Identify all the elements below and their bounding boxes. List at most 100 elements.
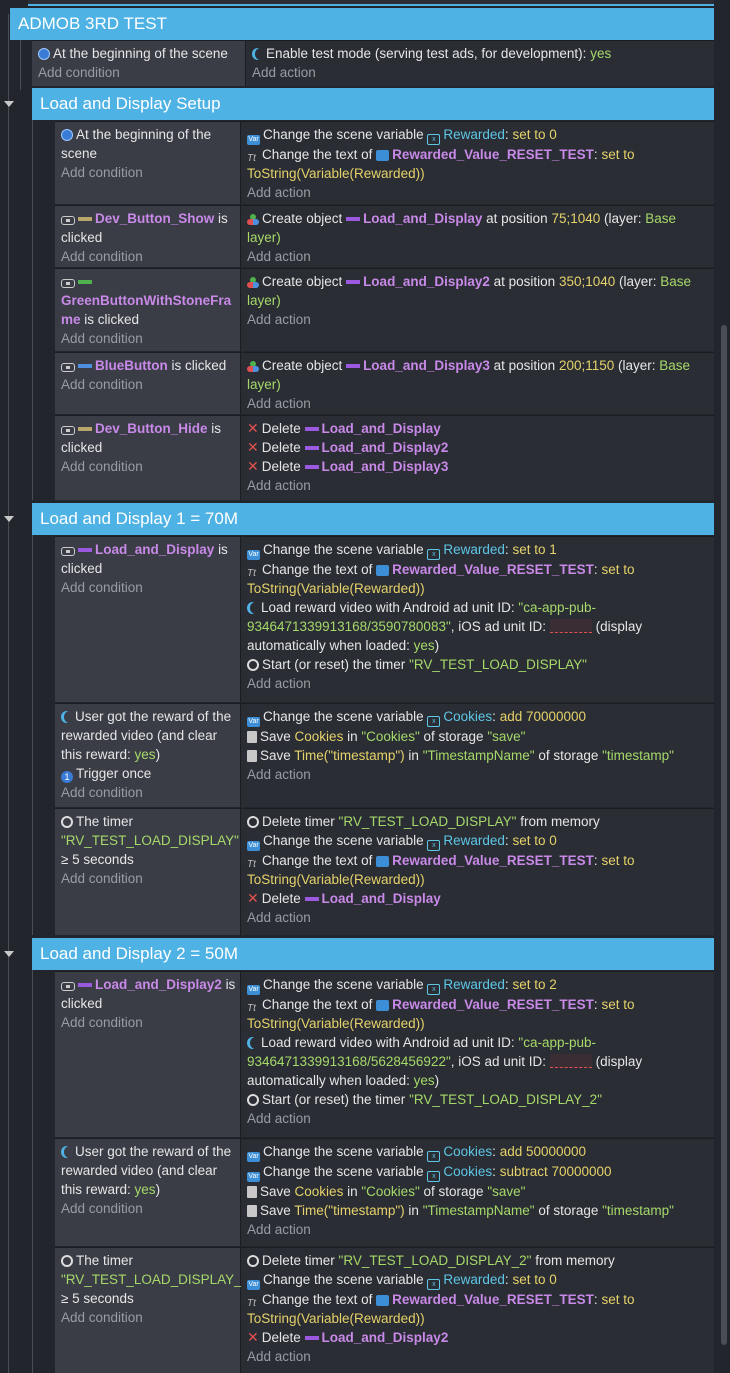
event-row[interactable]: At the beginning of the scene Add condit… [55,121,714,204]
redacted-field [549,619,592,633]
top-strip [28,0,714,6]
event-row[interactable]: User got the reward of the rewarded vide… [55,703,714,807]
group-title: ADMOB 3RD TEST [18,14,167,33]
tree-line [32,535,33,935]
tree-line [20,40,21,90]
text-icon: Tt [247,153,256,164]
add-action-button[interactable]: Add action [247,1109,708,1128]
actions: ✕ Delete Load_and_Display ✕ Delete Load_an… [241,416,714,500]
sprite-icon [304,427,319,431]
add-condition-button[interactable]: Add condition [61,163,236,182]
conditions: Dev_Button_Show is clicked Add condition [55,206,241,267]
add-condition-button[interactable]: Add condition [61,457,236,476]
delete-icon: ✕ [247,420,259,436]
text-object-icon [376,565,390,576]
conditions: The timer "RV_TEST_LOAD_DISPLAY" ≥ 5 sec… [55,809,241,935]
text-icon: Tt [247,1298,256,1309]
conditions: The timer "RV_TEST_LOAD_DISPLAY_2" ≥ 5 s… [55,1248,254,1373]
add-condition-button[interactable]: Add condition [61,783,236,802]
storage-icon [247,731,257,743]
mouse-icon [61,426,75,435]
add-condition-button[interactable]: Add condition [61,869,236,888]
event-row[interactable]: Dev_Button_Hide is clicked Add condition… [55,415,714,500]
event-row[interactable]: The timer "RV_TEST_LOAD_DISPLAY_2" ≥ 5 s… [55,1247,714,1373]
add-condition-button[interactable]: Add condition [61,247,236,266]
actions: Var Change the scene variable x Rewarded: … [241,122,714,204]
sprite-icon [346,280,361,284]
add-action-button[interactable]: Add action [247,1347,708,1366]
add-action-button[interactable]: Add action [247,183,708,202]
sprite-icon [78,548,92,552]
create-object-icon [247,361,259,372]
group-load-display-2[interactable]: Load and Display 2 = 50M [32,938,714,970]
sprite-icon [78,217,92,221]
mouse-icon [61,547,75,556]
sprite-icon [78,364,92,368]
add-condition-button[interactable]: Add condition [38,63,241,82]
collapse-arrow-icon[interactable] [4,951,14,957]
scene-variable-icon: x [427,1171,441,1182]
timer-icon [247,1094,259,1106]
sprite-icon [304,465,319,469]
group-admob-3rd-test[interactable]: ADMOB 3RD TEST [10,8,714,40]
collapse-arrow-icon[interactable] [4,101,14,107]
variable-icon: Var [247,1280,260,1290]
timer-icon [61,1255,73,1267]
text-object-icon [376,856,390,867]
add-condition-button[interactable]: Add condition [61,375,236,394]
text-object-icon [376,1295,390,1306]
scene-variable-icon: x [427,716,441,727]
collapse-arrow-icon[interactable] [4,516,14,522]
variable-icon: Var [247,1172,260,1182]
sprite-icon [304,897,319,901]
add-action-button[interactable]: Add action [252,63,708,82]
mouse-icon [61,982,75,991]
actions: Var Change the scene variable x Cookies: a… [241,704,714,807]
add-condition-button[interactable]: Add condition [61,1199,236,1218]
group-load-display-1[interactable]: Load and Display 1 = 70M [32,503,714,535]
add-action-button[interactable]: Add action [247,476,708,495]
event-row[interactable]: Load_and_Display2 is clicked Add conditi… [55,971,714,1137]
admob-icon [247,1037,258,1049]
add-action-button[interactable]: Add action [247,247,708,266]
event-row[interactable]: User got the reward of the rewarded vide… [55,1138,714,1246]
conditions: At the beginning of the scene Add condit… [55,122,241,204]
add-action-button[interactable]: Add action [247,310,708,329]
scene-variable-icon: x [427,984,441,995]
group-load-display-setup[interactable]: Load and Display Setup [32,88,714,120]
add-condition-button[interactable]: Add condition [61,1308,236,1327]
tree-line [32,970,33,1373]
create-object-icon [247,277,259,288]
add-condition-button[interactable]: Add condition [61,578,236,597]
event-row[interactable]: GreenButtonWithStoneFrame is clicked Add… [55,268,714,351]
add-action-button[interactable]: Add action [247,908,708,927]
conditions: User got the reward of the rewarded vide… [55,1139,241,1246]
redacted-field [549,1054,592,1068]
scene-variable-icon: x [427,549,441,560]
event-row[interactable]: The timer "RV_TEST_LOAD_DISPLAY" ≥ 5 sec… [55,808,714,935]
add-action-button[interactable]: Add action [247,674,708,693]
text-icon: Tt [247,859,256,870]
event-row[interactable]: Dev_Button_Show is clicked Add condition… [55,205,714,267]
variable-icon: Var [247,135,260,145]
add-condition-button[interactable]: Add condition [61,329,236,348]
add-action-button[interactable]: Add action [247,765,708,784]
variable-icon: Var [247,985,260,995]
event-row[interactable]: Load_and_Display is clicked Add conditio… [55,536,714,702]
actions: Create object Load_and_Display3 at posit… [241,353,714,414]
add-action-button[interactable]: Add action [247,394,708,413]
admob-icon [252,48,263,60]
event-row[interactable]: At the beginning of the scene Add condit… [32,40,714,86]
event-row[interactable]: BlueButton is clicked Add condition Crea… [55,352,714,414]
scene-variable-icon: x [427,840,441,851]
add-condition-button[interactable]: Add condition [61,1013,236,1032]
conditions: Dev_Button_Hide is clicked Add condition [55,416,241,500]
add-action-button[interactable]: Add action [247,1220,708,1239]
sprite-icon [346,217,361,221]
scene-icon [61,129,73,141]
actions: Delete timer "RV_TEST_LOAD_DISPLAY" from… [241,809,714,935]
sprite-icon [346,364,361,368]
timer-icon [247,1255,259,1267]
scrollbar-thumb[interactable] [721,325,727,1345]
conditions: BlueButton is clicked Add condition [55,353,241,414]
